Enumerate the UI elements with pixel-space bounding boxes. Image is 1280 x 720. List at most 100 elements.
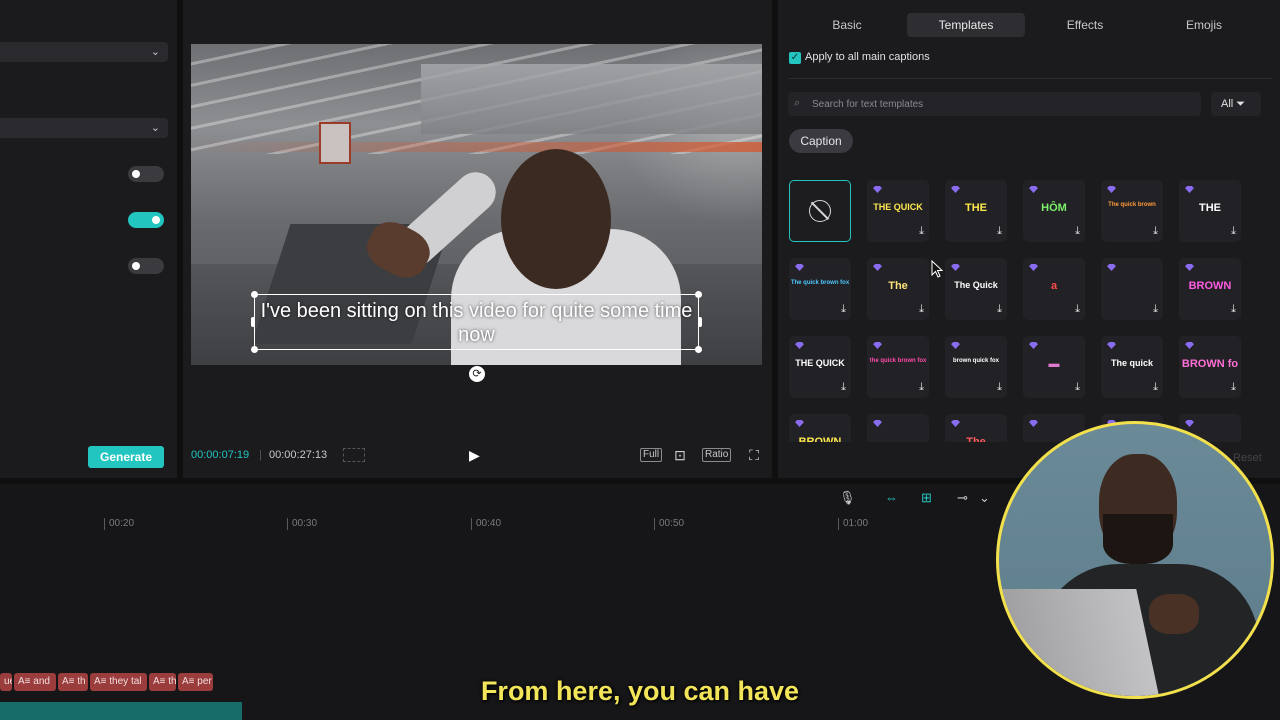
template-tile[interactable]: THE QUICK ⤓ bbox=[867, 180, 929, 242]
full-quality-button[interactable]: Full bbox=[640, 448, 663, 462]
premium-gem-icon bbox=[951, 186, 960, 193]
premium-gem-icon bbox=[1029, 420, 1038, 427]
caption-text-box[interactable]: I've been sitting on this video for quit… bbox=[251, 291, 702, 353]
download-icon[interactable]: ⤓ bbox=[1075, 381, 1080, 394]
resize-handle[interactable] bbox=[698, 317, 702, 327]
download-icon[interactable]: ⤓ bbox=[1153, 381, 1158, 394]
caption-text[interactable]: I've been sitting on this video for quit… bbox=[255, 299, 698, 347]
divider bbox=[788, 78, 1272, 79]
mouse-cursor-icon bbox=[931, 260, 943, 278]
download-icon[interactable]: ⤓ bbox=[841, 303, 846, 316]
template-tile[interactable]: BROWN ⤓ bbox=[1179, 258, 1241, 320]
template-search-input[interactable] bbox=[812, 92, 1192, 116]
grid-icon[interactable] bbox=[343, 448, 365, 462]
template-preview-text: The bbox=[966, 436, 986, 442]
app-window: ⌄ ⌄ Generate I've been sitting on this v… bbox=[0, 0, 1280, 720]
magnet-icon[interactable]: ⇔ bbox=[885, 490, 898, 505]
zoom-fit-icon[interactable]: ⊡ bbox=[672, 447, 688, 463]
template-tile[interactable]: The⤓ bbox=[945, 414, 1007, 442]
fullscreen-icon[interactable]: ⛶ bbox=[746, 447, 762, 463]
download-icon[interactable]: ⤓ bbox=[1153, 303, 1158, 316]
template-none[interactable] bbox=[789, 180, 851, 242]
download-icon[interactable]: ⤓ bbox=[997, 303, 1002, 316]
premium-gem-icon bbox=[1107, 342, 1116, 349]
template-preview-text: THE bbox=[965, 202, 987, 214]
settings-toggle-1[interactable] bbox=[128, 166, 164, 182]
download-icon[interactable]: ⤓ bbox=[1075, 225, 1080, 238]
search-icon: ⌕ bbox=[794, 97, 801, 109]
resize-handle[interactable] bbox=[695, 346, 702, 353]
template-tile[interactable]: THE QUICK ⤓ bbox=[789, 336, 851, 398]
download-icon[interactable]: ⤓ bbox=[997, 225, 1002, 238]
settings-dropdown-1[interactable]: ⌄ bbox=[0, 42, 168, 62]
template-preview-text: BROWN fo bbox=[1181, 358, 1239, 370]
generate-button[interactable]: Generate bbox=[88, 446, 164, 468]
video-player: I've been sitting on this video for quit… bbox=[183, 0, 772, 478]
resize-handle[interactable] bbox=[695, 291, 702, 298]
template-tile[interactable]: The Quick ⤓ bbox=[945, 258, 1007, 320]
template-tile[interactable]: THE ⤓ bbox=[945, 180, 1007, 242]
video-preview[interactable]: I've been sitting on this video for quit… bbox=[191, 44, 762, 365]
chevron-down-icon[interactable]: ⌄ bbox=[979, 490, 990, 506]
tab-emojis[interactable]: Emojis bbox=[1145, 13, 1263, 37]
apply-all-label: Apply to all main captions bbox=[805, 51, 930, 63]
play-button[interactable]: ▶ bbox=[469, 447, 485, 463]
settings-dropdown-2[interactable]: ⌄ bbox=[0, 118, 168, 138]
category-chip-caption[interactable]: Caption bbox=[789, 129, 853, 153]
download-icon[interactable]: ⤓ bbox=[1153, 225, 1158, 238]
download-icon[interactable]: ⤓ bbox=[919, 225, 924, 238]
reset-button[interactable]: Reset bbox=[1233, 452, 1262, 464]
template-tile[interactable]: BROWN fo ⤓ bbox=[1179, 336, 1241, 398]
template-tile[interactable]: THE ⤓ bbox=[1179, 180, 1241, 242]
filter-button[interactable]: All ⏷ bbox=[1211, 92, 1261, 116]
ratio-button[interactable]: Ratio bbox=[702, 448, 732, 462]
premium-gem-icon bbox=[873, 342, 882, 349]
download-icon[interactable]: ⤓ bbox=[1231, 381, 1236, 394]
microphone-icon[interactable]: 🎙 bbox=[839, 490, 856, 506]
tab-effects[interactable]: Effects bbox=[1026, 13, 1144, 37]
download-icon[interactable]: ⤓ bbox=[997, 381, 1002, 394]
template-tile[interactable]: brown quick fox ⤓ bbox=[945, 336, 1007, 398]
template-tile[interactable]: The quick ⤓ bbox=[1101, 336, 1163, 398]
settings-toggle-3[interactable] bbox=[128, 258, 164, 274]
download-icon[interactable]: ⤓ bbox=[1075, 303, 1080, 316]
tab-templates[interactable]: Templates bbox=[907, 13, 1025, 37]
download-icon[interactable]: ⤓ bbox=[1231, 303, 1236, 316]
template-tile[interactable]: BROWN⤓ bbox=[789, 414, 851, 442]
left-settings-panel: ⌄ ⌄ Generate bbox=[0, 0, 177, 478]
template-tile[interactable]: ⤓ bbox=[867, 414, 929, 442]
download-icon[interactable]: ⤓ bbox=[841, 381, 846, 394]
template-tile[interactable]: ⤓ bbox=[1101, 258, 1163, 320]
premium-gem-icon bbox=[1185, 420, 1194, 427]
webcam-overlay bbox=[996, 421, 1274, 699]
template-tile[interactable]: The quick brown ⤓ bbox=[1101, 180, 1163, 242]
tab-basic[interactable]: Basic bbox=[788, 13, 906, 37]
template-preview-text: The quick brown fox bbox=[790, 280, 850, 286]
premium-gem-icon bbox=[951, 264, 960, 271]
resize-handle[interactable] bbox=[251, 291, 258, 298]
ruler-tick: 00:20 bbox=[104, 518, 134, 530]
time-separator: | bbox=[259, 449, 262, 461]
premium-gem-icon bbox=[1029, 264, 1038, 271]
resize-handle[interactable] bbox=[251, 317, 255, 327]
link-icon[interactable]: ⊸ bbox=[957, 490, 968, 506]
template-tile[interactable]: HÔM ⤓ bbox=[1023, 180, 1085, 242]
template-preview-text: brown quick fox bbox=[952, 358, 999, 364]
resize-handle[interactable] bbox=[251, 346, 258, 353]
settings-toggle-2[interactable] bbox=[128, 212, 164, 228]
snap-icon[interactable]: ⊞ bbox=[921, 490, 932, 506]
rotate-icon[interactable]: ⟳ bbox=[469, 366, 485, 382]
download-icon[interactable]: ⤓ bbox=[1231, 225, 1236, 238]
template-tile[interactable]: The⤓ bbox=[867, 258, 929, 320]
premium-gem-icon bbox=[1029, 342, 1038, 349]
download-icon[interactable]: ⤓ bbox=[919, 303, 924, 316]
template-grid: THE QUICK ⤓ THE ⤓ HÔM ⤓ The quick brown ⤓ THE ⤓ Th… bbox=[789, 180, 1259, 442]
apply-all-checkbox[interactable]: ✓ bbox=[789, 52, 801, 64]
premium-gem-icon bbox=[951, 420, 960, 427]
template-tile[interactable]: a ⤓ bbox=[1023, 258, 1085, 320]
template-tile[interactable]: the quick brown fox ⤓ bbox=[867, 336, 929, 398]
template-tile[interactable]: The quick brown fox ⤓ bbox=[789, 258, 851, 320]
template-preview-text: BROWN bbox=[1188, 280, 1232, 292]
template-tile[interactable]: ▬ ⤓ bbox=[1023, 336, 1085, 398]
download-icon[interactable]: ⤓ bbox=[919, 381, 924, 394]
